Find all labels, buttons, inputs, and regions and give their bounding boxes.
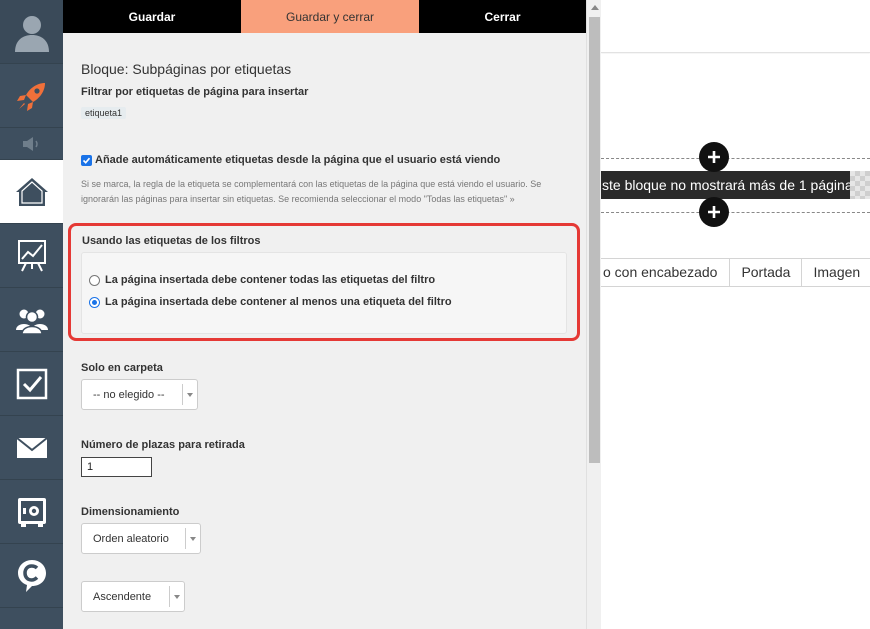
sidebar-item-tasks[interactable] bbox=[0, 352, 63, 416]
chart-icon bbox=[17, 239, 46, 271]
sidebar-item-avatar[interactable] bbox=[0, 0, 63, 64]
chevron-down-icon bbox=[174, 595, 180, 599]
checkmark-icon bbox=[82, 157, 91, 164]
block-type-tabs: o con encabezado Portada Imagen G bbox=[601, 258, 870, 287]
people-icon bbox=[15, 309, 48, 334]
block-settings-panel: Guardar Guardar y cerrar Cerrar Bloque: … bbox=[63, 0, 601, 629]
sizing-select[interactable]: Orden aleatorio bbox=[81, 523, 201, 554]
filter-mode-radio-group: La página insertada debe contener todas … bbox=[81, 252, 567, 334]
page-canvas bbox=[601, 54, 870, 629]
block-notice: ste bloque no mostrará más de 1 páginas. bbox=[601, 171, 850, 199]
block-bottom-border bbox=[601, 212, 870, 213]
filter-mode-section: Usando las etiquetas de los filtros La p… bbox=[68, 223, 580, 341]
filter-mode-all-option[interactable]: La página insertada debe contener todas … bbox=[89, 274, 435, 286]
auto-tags-label: Añade automáticamente etiquetas desde la… bbox=[95, 154, 501, 166]
plus-icon bbox=[708, 151, 720, 163]
filter-mode-any-option[interactable]: La página insertada debe contener al men… bbox=[89, 296, 452, 308]
tag-chip[interactable]: etiqueta1 bbox=[81, 107, 127, 119]
chevron-down-icon bbox=[187, 393, 193, 397]
auto-tags-checkbox[interactable] bbox=[81, 154, 92, 166]
radio-all-tags[interactable] bbox=[89, 274, 100, 286]
count-input[interactable]: 1 bbox=[81, 457, 152, 477]
left-sidebar bbox=[0, 0, 63, 629]
canvas-header bbox=[601, 0, 870, 53]
count-label: Número de plazas para retirada bbox=[81, 439, 245, 451]
scroll-up-arrow-icon[interactable] bbox=[591, 5, 599, 10]
sidebar-item-speaker[interactable] bbox=[0, 128, 63, 160]
folder-select[interactable]: -- no elegido -- bbox=[81, 379, 198, 410]
auto-tags-help: Si se marca, la regla de la etiqueta se … bbox=[81, 179, 542, 204]
select-divider bbox=[182, 384, 183, 405]
safe-icon bbox=[17, 497, 46, 527]
close-button[interactable]: Cerrar bbox=[419, 0, 586, 33]
folder-select-value: -- no elegido -- bbox=[93, 388, 165, 401]
select-divider bbox=[185, 528, 186, 549]
add-block-below-button[interactable] bbox=[699, 197, 729, 227]
plus-icon bbox=[708, 206, 720, 218]
sidebar-item-stats[interactable] bbox=[0, 224, 63, 288]
sidebar-item-home[interactable] bbox=[0, 160, 63, 224]
user-icon bbox=[14, 15, 49, 52]
rocket-icon bbox=[16, 82, 45, 111]
c-logo-icon bbox=[17, 559, 46, 592]
radio-any-tag-label: La página insertada debe contener al men… bbox=[105, 296, 452, 308]
sidebar-item-mail[interactable] bbox=[0, 416, 63, 480]
sidebar-item-rocket[interactable] bbox=[0, 64, 63, 128]
panel-scrollbar[interactable] bbox=[586, 0, 601, 629]
order-select-value: Ascendente bbox=[93, 590, 152, 603]
order-select[interactable]: Ascendente bbox=[81, 581, 185, 612]
tag-filter-label: Filtrar por etiquetas de página para ins… bbox=[81, 86, 309, 98]
select-divider bbox=[169, 586, 170, 607]
panel-toolbar: Guardar Guardar y cerrar Cerrar bbox=[63, 0, 586, 33]
tab-image[interactable]: Imagen bbox=[801, 259, 870, 286]
add-block-above-button[interactable] bbox=[699, 142, 729, 172]
speaker-icon bbox=[22, 136, 38, 151]
auto-tags-row[interactable]: Añade automáticamente etiquetas desde la… bbox=[81, 154, 500, 166]
sidebar-item-safe[interactable] bbox=[0, 480, 63, 544]
sizing-select-value: Orden aleatorio bbox=[93, 532, 169, 545]
tab-cover[interactable]: Portada bbox=[729, 259, 801, 286]
checkbox-icon bbox=[16, 368, 47, 399]
save-button[interactable]: Guardar bbox=[63, 0, 241, 33]
block-title: Bloque: Subpáginas por etiquetas bbox=[81, 61, 292, 77]
transparency-pattern bbox=[850, 171, 870, 199]
sidebar-item-chat[interactable] bbox=[0, 544, 63, 608]
tab-text-with-header[interactable]: o con encabezado bbox=[601, 259, 729, 286]
scroll-thumb[interactable] bbox=[589, 17, 600, 463]
mail-icon bbox=[15, 436, 48, 458]
chevron-down-icon bbox=[190, 537, 196, 541]
save-and-close-button[interactable]: Guardar y cerrar bbox=[241, 0, 419, 33]
radio-any-tag[interactable] bbox=[89, 296, 100, 308]
sizing-label: Dimensionamiento bbox=[81, 506, 180, 518]
folder-label: Solo en carpeta bbox=[81, 362, 163, 374]
home-icon bbox=[15, 177, 48, 206]
filter-mode-title: Usando las etiquetas de los filtros bbox=[82, 235, 261, 247]
sidebar-item-people[interactable] bbox=[0, 288, 63, 352]
block-top-border bbox=[601, 158, 870, 159]
radio-all-tags-label: La página insertada debe contener todas … bbox=[105, 274, 436, 286]
